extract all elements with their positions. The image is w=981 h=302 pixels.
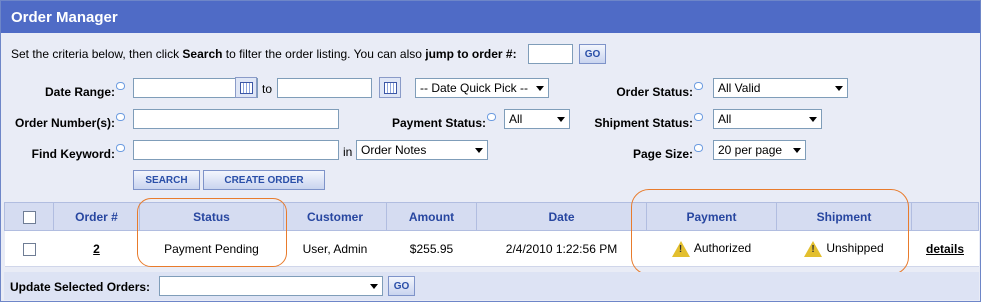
create-order-button[interactable]: CREATE ORDER [203, 170, 325, 190]
order-number-link[interactable]: 2 [93, 242, 100, 256]
row-checkbox[interactable] [22, 242, 36, 256]
column-header-customer[interactable]: Customer [283, 202, 387, 231]
date-range-label: Date Range: [21, 82, 125, 99]
help-icon[interactable] [116, 113, 125, 121]
payment-status-label: Payment Status: [371, 113, 496, 130]
intro-text: Set the criteria below, then click Searc… [11, 47, 517, 61]
date-cell: 2/4/2010 1:22:56 PM [476, 230, 647, 267]
page-size-select[interactable]: 20 per page [713, 140, 806, 160]
customer-cell: User, Admin [283, 230, 387, 267]
shipment-status-label-text: Shipment Status: [594, 116, 693, 130]
calendar-icon [240, 82, 253, 94]
chevron-down-icon [809, 117, 817, 122]
keyword-field-value: Order Notes [361, 143, 427, 157]
select-all-checkbox[interactable] [22, 210, 36, 224]
chevron-down-icon [536, 86, 544, 91]
payment-status-value: All [509, 112, 523, 126]
date-quick-pick-value: -- Date Quick Pick -- [420, 81, 529, 95]
to-label: to [262, 82, 273, 96]
in-label: in [343, 145, 353, 159]
column-header-amount[interactable]: Amount [386, 202, 477, 231]
select-all-header [4, 202, 54, 231]
column-header-order[interactable]: Order # [53, 202, 140, 231]
shipment-status-select[interactable]: All [713, 109, 822, 129]
order-numbers-label: Order Number(s): [6, 113, 125, 130]
order-numbers-label-text: Order Number(s): [14, 116, 115, 130]
chevron-down-icon [793, 148, 801, 153]
details-link[interactable]: details [926, 242, 964, 256]
order-numbers-input[interactable] [133, 109, 339, 129]
date-quick-pick-select[interactable]: -- Date Quick Pick -- [415, 78, 549, 98]
order-manager-panel: Order Manager Set the criteria below, th… [0, 0, 981, 302]
help-icon[interactable] [116, 144, 125, 152]
calendar-icon [384, 82, 397, 94]
page-size-label: Page Size: [601, 144, 703, 161]
update-go-button[interactable]: GO [388, 276, 415, 296]
jump-order-input[interactable] [528, 44, 573, 64]
date-range-label-text: Date Range: [44, 85, 115, 99]
intro-search-word: Search [182, 47, 223, 61]
chevron-down-icon [557, 117, 565, 122]
jump-to-order-label: jump to order #: [425, 47, 517, 61]
order-number-cell: 2 [53, 230, 140, 267]
help-icon[interactable] [694, 113, 703, 121]
chevron-down-icon [475, 148, 483, 153]
jump-go-button[interactable]: GO [579, 44, 606, 64]
payment-status-label-text: Payment Status: [391, 116, 486, 130]
help-icon[interactable] [694, 82, 703, 90]
status-highlight-oval [137, 198, 287, 267]
panel-title: Order Manager [1, 1, 980, 33]
shipment-status-value: All [718, 112, 732, 126]
bulk-update-bar: Update Selected Orders: GO [4, 272, 979, 300]
calendar-from-button[interactable] [235, 77, 257, 98]
page-size-value: 20 per page [718, 143, 783, 157]
chevron-down-icon [370, 284, 378, 289]
help-icon[interactable] [694, 144, 703, 152]
intro-text-part: Set the criteria below, then click [11, 47, 183, 61]
order-status-label-text: Order Status: [616, 85, 693, 99]
chevron-down-icon [835, 86, 843, 91]
amount-cell: $255.95 [386, 230, 477, 267]
help-icon[interactable] [116, 82, 125, 90]
keyword-field-select[interactable]: Order Notes [356, 140, 488, 160]
help-icon[interactable] [487, 113, 496, 121]
intro-text-part: to filter the order listing. You can als… [222, 47, 426, 61]
update-selected-label: Update Selected Orders: [10, 280, 151, 294]
search-button[interactable]: SEARCH [133, 170, 200, 190]
shipment-status-label: Shipment Status: [581, 113, 703, 130]
order-status-label: Order Status: [591, 82, 703, 99]
page-size-label-text: Page Size: [632, 147, 693, 161]
row-select-cell [4, 230, 54, 267]
update-action-select[interactable] [159, 276, 383, 296]
actions-cell: details [911, 230, 979, 267]
find-keyword-label: Find Keyword: [21, 144, 125, 161]
payment-shipment-highlight-oval [631, 189, 909, 275]
column-header-actions [911, 202, 979, 231]
order-status-select[interactable]: All Valid [713, 78, 848, 98]
payment-status-select[interactable]: All [504, 109, 570, 129]
date-to-input[interactable] [277, 78, 372, 98]
column-header-date[interactable]: Date [476, 202, 647, 231]
calendar-to-button[interactable] [379, 77, 401, 98]
keyword-input[interactable] [133, 140, 339, 160]
order-status-value: All Valid [718, 81, 761, 95]
find-keyword-label-text: Find Keyword: [31, 147, 115, 161]
